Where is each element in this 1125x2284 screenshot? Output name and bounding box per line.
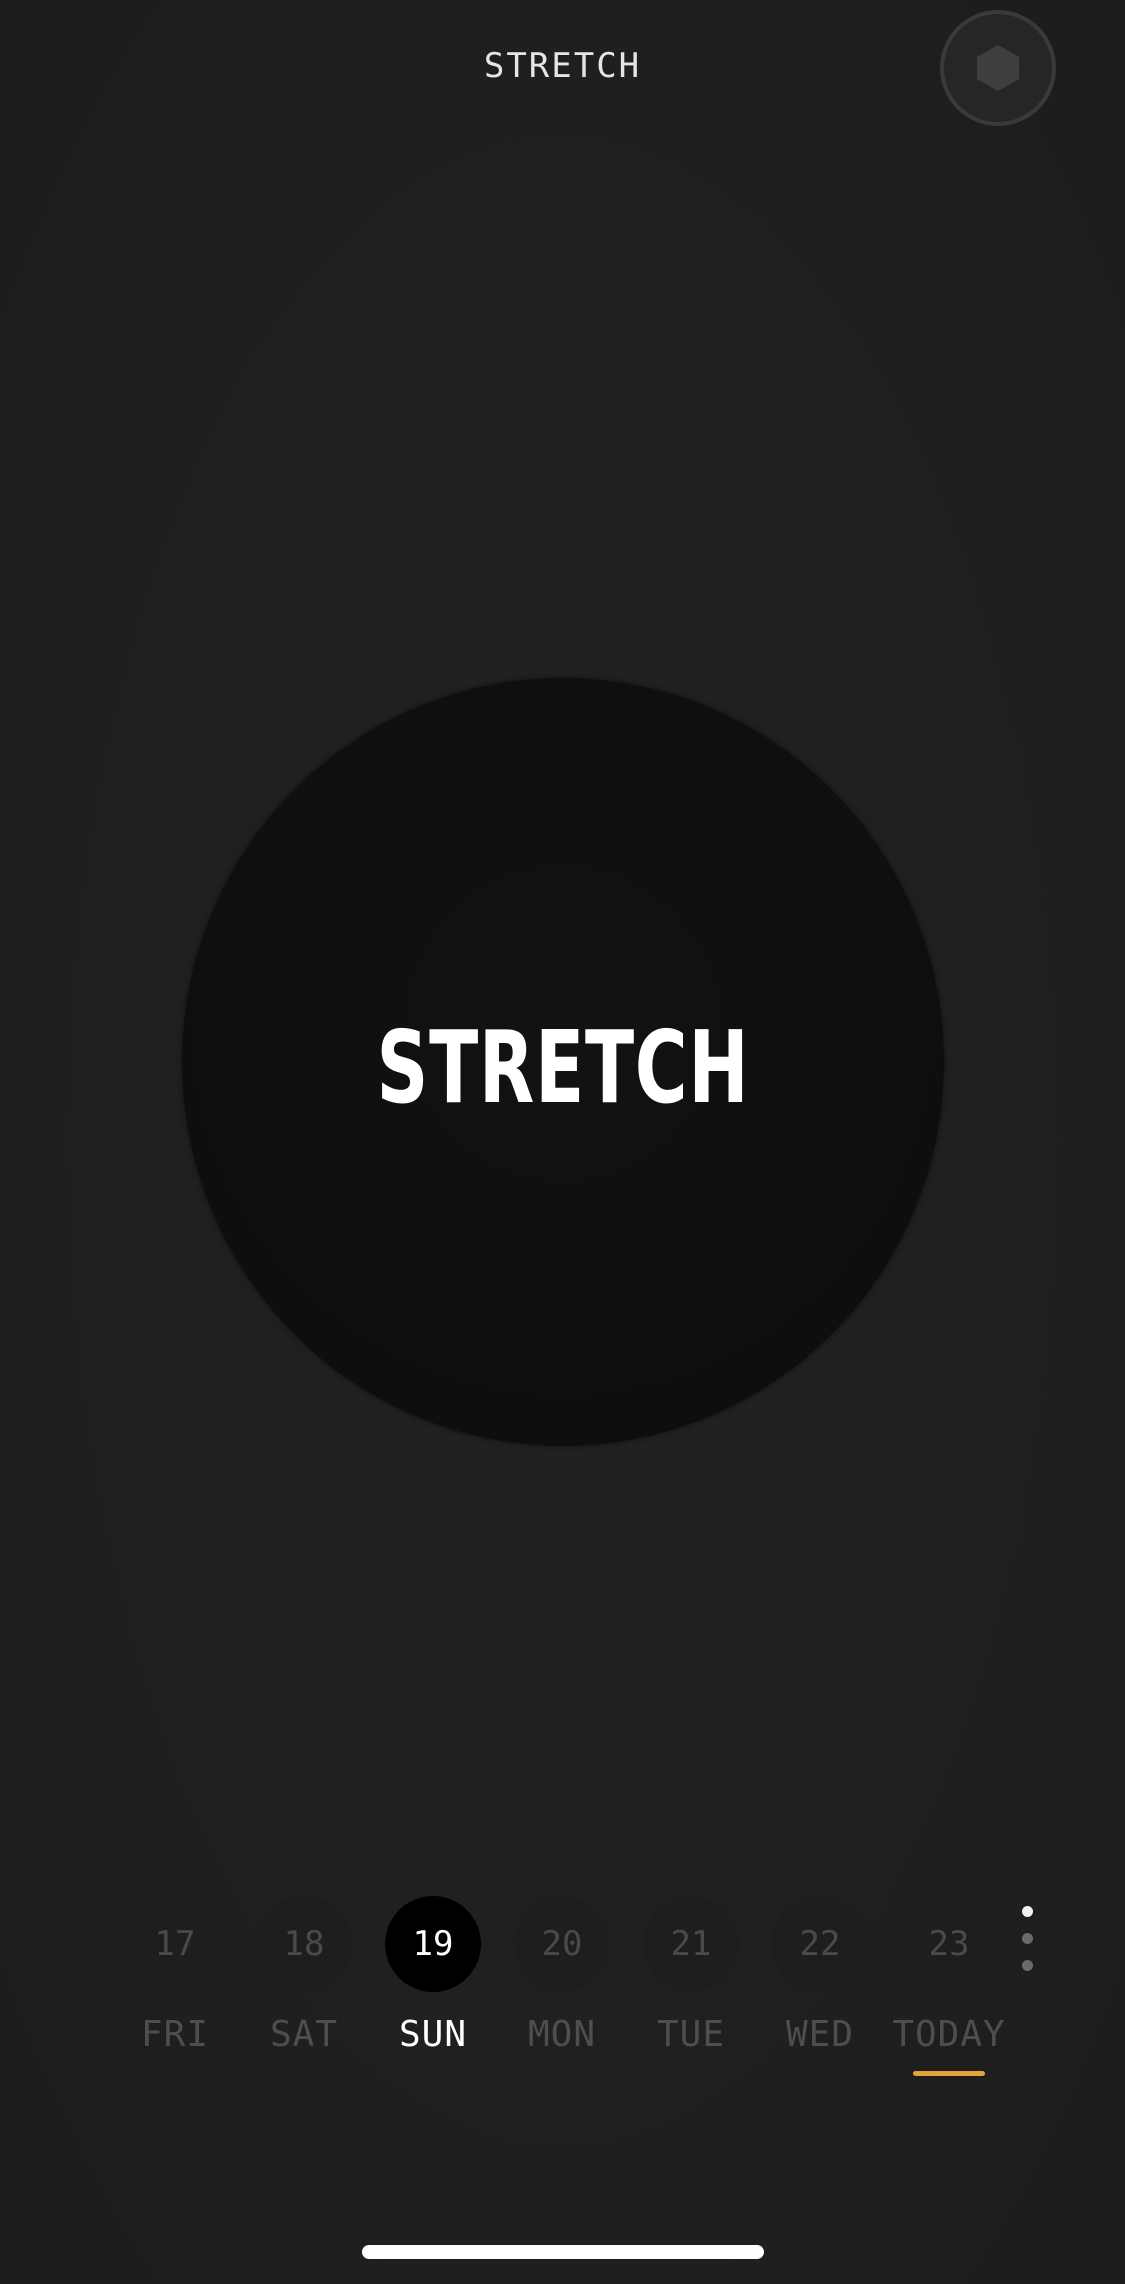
day-number: 22 bbox=[772, 1896, 868, 1992]
day-number: 19 bbox=[385, 1896, 481, 1992]
day-number: 17 bbox=[127, 1896, 223, 1992]
page-dot bbox=[1022, 1933, 1033, 1944]
day-number: 23 bbox=[901, 1896, 997, 1992]
day-item-18[interactable]: 18 SAT bbox=[239, 1896, 369, 2055]
day-item-22[interactable]: 22 WED bbox=[755, 1896, 885, 2055]
today-indicator bbox=[913, 2071, 985, 2076]
profile-button[interactable] bbox=[940, 10, 1056, 126]
day-number: 18 bbox=[256, 1896, 352, 1992]
day-label: TODAY bbox=[892, 2014, 1006, 2055]
day-item-19-selected[interactable]: 19 SUN bbox=[368, 1896, 498, 2055]
day-label: FRI bbox=[140, 2014, 210, 2055]
day-number: 20 bbox=[514, 1896, 610, 1992]
day-label: SAT bbox=[269, 2014, 339, 2055]
day-label: SUN bbox=[398, 2014, 468, 2055]
stretch-button-label: STRETCH bbox=[376, 1008, 750, 1126]
day-item-today[interactable]: 23 TODAY bbox=[884, 1896, 1014, 2076]
day-label: TUE bbox=[656, 2014, 726, 2055]
day-selector: 17 FRI 18 SAT 19 SUN 20 MON 21 TUE 22 WE… bbox=[0, 1896, 1125, 2086]
day-label: MON bbox=[527, 2014, 597, 2055]
day-item-21[interactable]: 21 TUE bbox=[626, 1896, 756, 2055]
day-label: WED bbox=[785, 2014, 855, 2055]
hexagon-icon bbox=[977, 45, 1019, 91]
day-item-17[interactable]: 17 FRI bbox=[110, 1896, 240, 2055]
day-item-20[interactable]: 20 MON bbox=[497, 1896, 627, 2055]
page-dot-active bbox=[1022, 1906, 1033, 1917]
stretch-start-button[interactable]: STRETCH bbox=[182, 678, 944, 1446]
home-indicator[interactable] bbox=[362, 2245, 764, 2259]
vertical-dots-icon[interactable] bbox=[1012, 1904, 1042, 1974]
page-dot bbox=[1022, 1960, 1033, 1971]
day-number: 21 bbox=[643, 1896, 739, 1992]
